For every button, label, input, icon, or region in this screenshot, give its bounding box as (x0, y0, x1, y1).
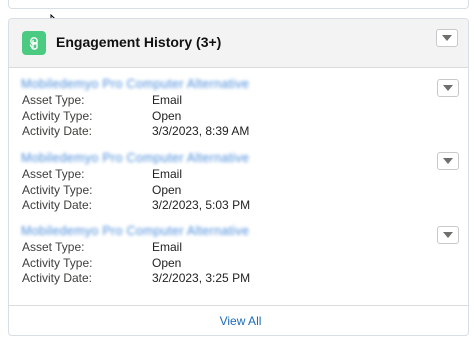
field-row: Activity Type: Open (21, 256, 461, 272)
engagement-history-card: Engagement History (3+) Mobiledemyo Pro … (8, 18, 469, 336)
field-value: Open (152, 182, 182, 197)
chevron-down-icon (443, 85, 453, 91)
field-label: Activity Type: (22, 182, 93, 197)
field-value: 3/2/2023, 5:03 PM (152, 198, 251, 212)
field-label: Activity Type: (22, 255, 93, 270)
field-label: Asset Type: (22, 240, 85, 254)
field-value: Open (152, 108, 182, 123)
item-actions-dropdown-button[interactable] (437, 152, 459, 170)
field-row: Asset Type: Email (21, 240, 461, 256)
field-value: Email (152, 93, 183, 107)
field-row: Activity Type: Open (21, 183, 461, 199)
field-row: Activity Type: Open (21, 109, 461, 125)
field-row: Activity Date: 3/3/2023, 8:39 AM (21, 124, 461, 140)
engagement-icon (22, 31, 46, 55)
card-header: Engagement History (3+) (9, 19, 468, 68)
card-footer: View All (9, 305, 468, 335)
field-value: 3/3/2023, 8:39 AM (152, 124, 250, 138)
engagement-item: Mobiledemyo Pro Computer Alternative Ass… (21, 77, 461, 140)
chevron-down-icon (442, 35, 452, 41)
engagement-item: Mobiledemyo Pro Computer Alternative Ass… (21, 224, 461, 287)
field-value: Email (152, 167, 183, 181)
field-value: Open (152, 255, 182, 270)
asset-name-link[interactable]: Mobiledemyo Pro Computer Alternative (21, 224, 461, 240)
field-value: 3/2/2023, 3:25 PM (152, 271, 251, 285)
card-actions-dropdown-button[interactable] (436, 29, 458, 47)
field-label: Activity Type: (22, 108, 93, 123)
field-row: Activity Date: 3/2/2023, 3:25 PM (21, 271, 461, 287)
field-label: Asset Type: (22, 93, 85, 107)
chevron-down-icon (443, 232, 453, 238)
engagement-item: Mobiledemyo Pro Computer Alternative Ass… (21, 151, 461, 214)
field-value: Email (152, 240, 183, 254)
asset-name-link[interactable]: Mobiledemyo Pro Computer Alternative (21, 151, 461, 167)
field-label: Asset Type: (22, 167, 85, 181)
field-row: Activity Date: 3/2/2023, 5:03 PM (21, 198, 461, 214)
item-actions-dropdown-button[interactable] (437, 226, 459, 244)
item-actions-dropdown-button[interactable] (437, 79, 459, 97)
chevron-down-icon (443, 158, 453, 164)
field-row: Asset Type: Email (21, 93, 461, 109)
field-row: Asset Type: Email (21, 167, 461, 183)
field-label: Activity Date: (22, 198, 93, 212)
field-label: Activity Date: (22, 271, 93, 285)
field-label: Activity Date: (22, 124, 93, 138)
previous-card-bottom (8, 0, 469, 9)
view-all-link[interactable]: View All (220, 314, 262, 328)
card-title: Engagement History (3+) (56, 34, 222, 50)
asset-name-link[interactable]: Mobiledemyo Pro Computer Alternative (21, 77, 461, 93)
